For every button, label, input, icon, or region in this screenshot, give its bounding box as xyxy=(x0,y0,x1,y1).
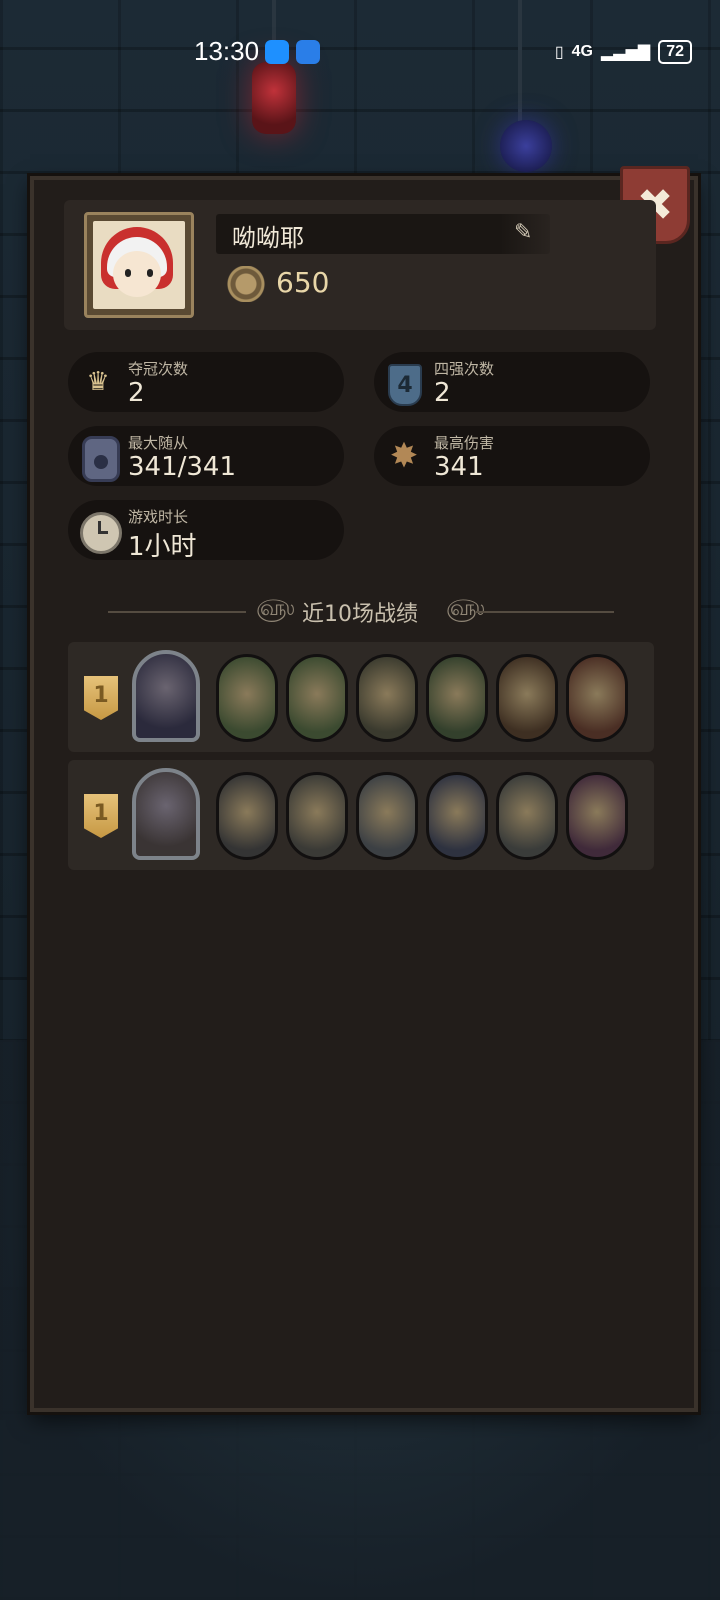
minion-card-tree-golem[interactable] xyxy=(496,654,558,742)
hero-portrait-hooded-reaper[interactable] xyxy=(132,650,200,742)
match-row-1[interactable]: 1 xyxy=(68,642,654,752)
status-right: ▯ 4G ▂▃▅▇ 72 xyxy=(555,40,692,64)
minion-card-ogre-cook[interactable] xyxy=(566,654,628,742)
hero-portrait-gnome-elder[interactable] xyxy=(132,768,200,860)
avatar-image xyxy=(93,221,185,309)
vibrate-icon: ▯ xyxy=(554,44,564,61)
divider-right xyxy=(476,611,614,613)
shield-four-icon: 4 xyxy=(388,364,422,406)
stat-championships: ♛ 夺冠次数 2 xyxy=(68,352,344,412)
status-bar: 13:30 ▯ 4G ▂▃▅▇ 72 xyxy=(0,0,720,104)
minion-card-pinocchio[interactable] xyxy=(216,654,278,742)
minion-card-iron-robot[interactable] xyxy=(216,772,278,860)
stat-label: 四强次数 xyxy=(434,360,495,378)
avatar[interactable] xyxy=(84,212,194,318)
match-row-2[interactable]: 1 xyxy=(68,760,654,870)
stat-label: 夺冠次数 xyxy=(128,360,189,378)
minion-card-leaf-sprite[interactable] xyxy=(426,654,488,742)
player-name: 呦呦耶 xyxy=(232,224,304,252)
minion-card-rocket-launcher[interactable] xyxy=(286,772,348,860)
coin-icon xyxy=(222,266,270,302)
stat-play-time: 游戏时长 1小时 xyxy=(68,500,344,562)
stat-top-four: 4 四强次数 2 xyxy=(374,352,650,412)
search-app-icon xyxy=(265,40,289,64)
stat-label: 游戏时长 xyxy=(128,508,189,526)
blue-lantern xyxy=(500,120,552,172)
minion-card-pinocchio[interactable] xyxy=(286,654,348,742)
minion-icon xyxy=(82,436,120,482)
stat-value: 2 xyxy=(128,378,145,408)
stat-value: 2 xyxy=(434,378,451,408)
stat-label: 最大随从 xyxy=(128,434,189,452)
battery-level: 72 xyxy=(658,40,692,64)
edit-name-icon[interactable]: ✎ xyxy=(514,220,540,246)
stat-value: 341/341 xyxy=(128,452,237,482)
status-time: 13:30 xyxy=(194,36,260,66)
coin-count: 650 xyxy=(276,266,330,299)
clock-icon xyxy=(80,512,122,554)
rank-badge: 1 xyxy=(84,676,118,720)
crown-icon: ♛ xyxy=(86,367,110,397)
minion-card-tentacle-worm[interactable] xyxy=(426,772,488,860)
minion-card-knight-rider[interactable] xyxy=(496,772,558,860)
damage-burst-icon: ✸ xyxy=(389,436,419,476)
network-type: 4G xyxy=(571,43,593,60)
weather-app-icon xyxy=(296,40,320,64)
minion-card-steel-turret[interactable] xyxy=(356,772,418,860)
swirl-right-icon: ௵ xyxy=(446,596,485,621)
signal-icon: ▂▃▅▇ xyxy=(600,44,651,61)
minion-card-mushroom-goblin[interactable] xyxy=(356,654,418,742)
stat-label: 最高伤害 xyxy=(434,434,495,452)
rank-badge: 1 xyxy=(84,794,118,838)
stat-value: 1小时 xyxy=(128,532,197,562)
stat-max-minions: 最大随从 341/341 xyxy=(68,426,344,486)
stat-max-damage: ✸ 最高伤害 341 xyxy=(374,426,650,486)
minion-card-jester-clown[interactable] xyxy=(566,772,628,860)
stat-value: 341 xyxy=(434,452,484,482)
